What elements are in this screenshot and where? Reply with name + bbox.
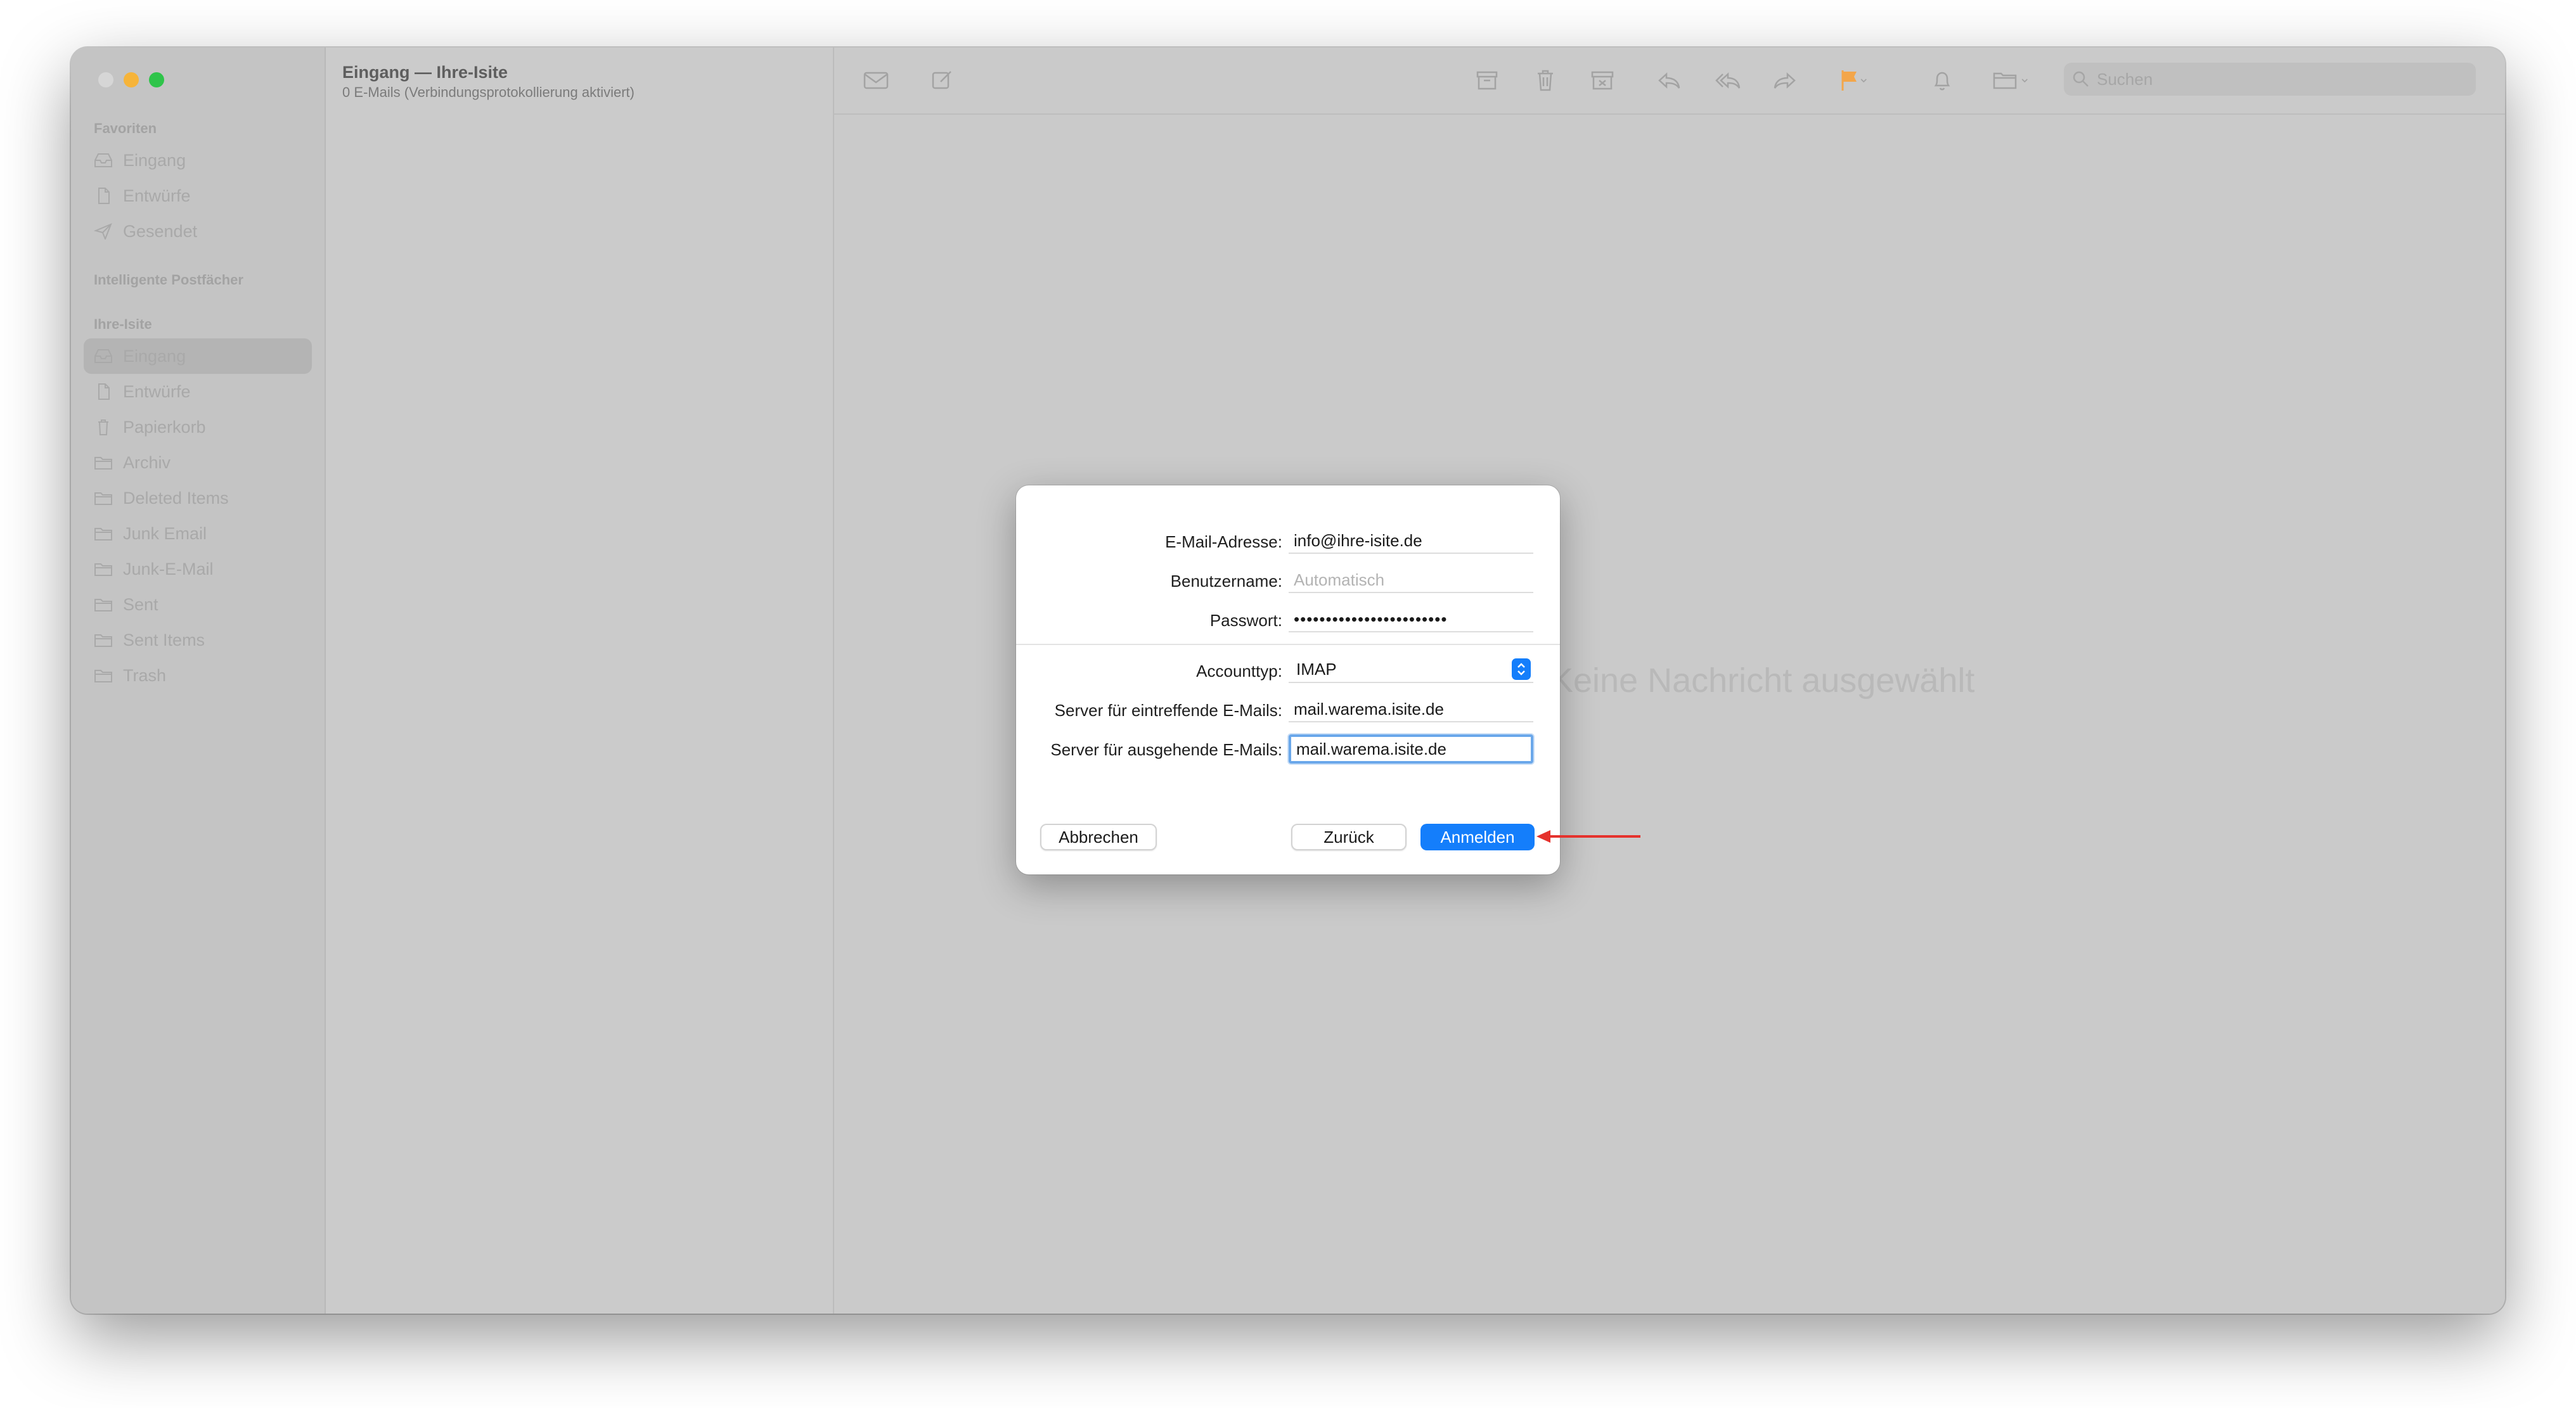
sidebar-item-favorites-sent[interactable]: Gesendet [84, 214, 312, 249]
sidebar-item-label: Junk Email [123, 523, 207, 543]
search-placeholder: Suchen [2097, 69, 2153, 89]
zoom-window-button[interactable] [149, 72, 164, 87]
trash-icon [98, 419, 108, 435]
email-field[interactable]: info@ihre-isite.de [1289, 528, 1533, 554]
sidebar-item-label: Entwürfe [123, 381, 191, 401]
folder-icon [94, 634, 112, 647]
get-mail-icon[interactable] [862, 67, 890, 94]
account-type-label: Accounttyp: [1196, 662, 1282, 681]
sidebar-section-smart-mailboxes[interactable]: Intelligente Postfächer [94, 272, 243, 288]
paperplane-icon [94, 223, 112, 240]
toolbar: Suchen [834, 48, 2505, 115]
reply-icon[interactable] [1655, 67, 1683, 94]
sidebar-item-label: Sent Items [123, 630, 205, 650]
search-field[interactable]: Suchen [2064, 63, 2476, 96]
message-list[interactable]: Eingang — Ihre-Isite 0 E-Mails (Verbindu… [326, 48, 871, 1314]
username-label: Benutzername: [1170, 572, 1282, 591]
outgoing-server-field[interactable]: mail.warema.isite.de [1289, 734, 1533, 764]
account-setup-dialog: E-Mail-Adresse: info@ihre-isite.de Benut… [1016, 485, 1560, 874]
account-type-value: IMAP [1296, 659, 1337, 679]
signin-button[interactable]: Anmelden [1420, 824, 1535, 850]
folder-icon [94, 563, 112, 576]
reply-all-icon[interactable] [1714, 67, 1742, 94]
tray-icon [94, 153, 112, 167]
folder-icon [94, 599, 112, 611]
incoming-server-label: Server für eintreffende E-Mails: [1054, 701, 1282, 720]
chevron-down-icon[interactable] [2018, 67, 2037, 94]
folder-icon [94, 457, 112, 470]
sidebar-item-favorites-inbox[interactable]: Eingang [84, 143, 312, 178]
sidebar-item-junk-email[interactable]: Junk Email [84, 516, 312, 551]
folder-icon [94, 492, 112, 505]
incoming-server-field[interactable]: mail.warema.isite.de [1289, 697, 1533, 722]
bell-icon[interactable] [1928, 67, 1956, 94]
sidebar-item-label: Eingang [123, 150, 186, 170]
sidebar-item-sent-items[interactable]: Sent Items [84, 622, 312, 658]
document-icon [98, 188, 110, 204]
sidebar-item-favorites-drafts[interactable]: Entwürfe [84, 178, 312, 214]
email-label: E-Mail-Adresse: [1165, 532, 1282, 551]
junk-icon[interactable] [1588, 67, 1616, 94]
sidebar-item-label: Entwürfe [123, 186, 191, 205]
sidebar-item-deleted-items[interactable]: Deleted Items [84, 480, 312, 516]
username-field[interactable]: Automatisch [1289, 568, 1533, 593]
sidebar-item-label: Gesendet [123, 221, 198, 241]
sidebar-item-inbox[interactable]: Eingang [84, 338, 312, 374]
no-message-selected-text: Keine Nachricht ausgewählt [1550, 662, 1975, 700]
minimize-window-button[interactable] [124, 72, 139, 87]
move-folder-icon[interactable] [1992, 67, 2019, 94]
trash-icon[interactable] [1531, 67, 1559, 94]
outgoing-server-label: Server für ausgehende E-Mails: [1050, 740, 1282, 759]
sidebar-item-label: Trash [123, 665, 167, 685]
sidebar-item-label: Eingang [123, 346, 186, 366]
updown-chevron-icon [1512, 658, 1531, 680]
sidebar-section-account[interactable]: Ihre-Isite [94, 316, 152, 333]
search-icon [2073, 71, 2089, 87]
mailbox-subtitle: 0 E-Mails (Verbindungsprotokollierung ak… [342, 84, 634, 100]
sidebar-item-archive[interactable]: Archiv [84, 445, 312, 480]
archive-icon[interactable] [1473, 67, 1501, 94]
forward-icon[interactable] [1771, 67, 1799, 94]
folder-icon [94, 670, 112, 682]
sidebar-item-label: Junk-E-Mail [123, 559, 214, 579]
password-label: Passwort: [1209, 611, 1282, 630]
sidebar-section-favorites: Favoriten [94, 120, 157, 136]
mailbox-title: Eingang — Ihre-Isite [342, 63, 508, 82]
sidebar-item-label: Sent [123, 594, 158, 614]
account-type-select[interactable]: IMAP [1289, 656, 1533, 683]
tray-icon [94, 349, 112, 363]
folder-icon [94, 528, 112, 541]
sidebar-item-sent[interactable]: Sent [84, 587, 312, 622]
sidebar-item-junk-e-mail[interactable]: Junk-E-Mail [84, 551, 312, 587]
compose-icon[interactable] [928, 67, 956, 94]
sidebar: Favoriten Eingang Entwürfe Gesendet Inte… [71, 48, 326, 1314]
document-icon [98, 383, 110, 400]
password-field[interactable]: •••••••••••••••••••••••• [1289, 607, 1533, 632]
sidebar-item-label: Deleted Items [123, 488, 229, 508]
sidebar-item-trash-de[interactable]: Papierkorb [84, 409, 312, 445]
chevron-down-icon[interactable] [1857, 67, 1876, 94]
sidebar-item-trash[interactable]: Trash [84, 658, 312, 693]
cancel-button[interactable]: Abbrechen [1040, 824, 1157, 850]
sidebar-item-drafts[interactable]: Entwürfe [84, 374, 312, 409]
sidebar-item-label: Archiv [123, 452, 171, 472]
sidebar-item-label: Papierkorb [123, 417, 206, 437]
back-button[interactable]: Zurück [1291, 824, 1407, 850]
annotation-arrow-icon [1536, 830, 1640, 843]
close-window-button[interactable] [98, 72, 113, 87]
dialog-divider [1016, 644, 1560, 645]
